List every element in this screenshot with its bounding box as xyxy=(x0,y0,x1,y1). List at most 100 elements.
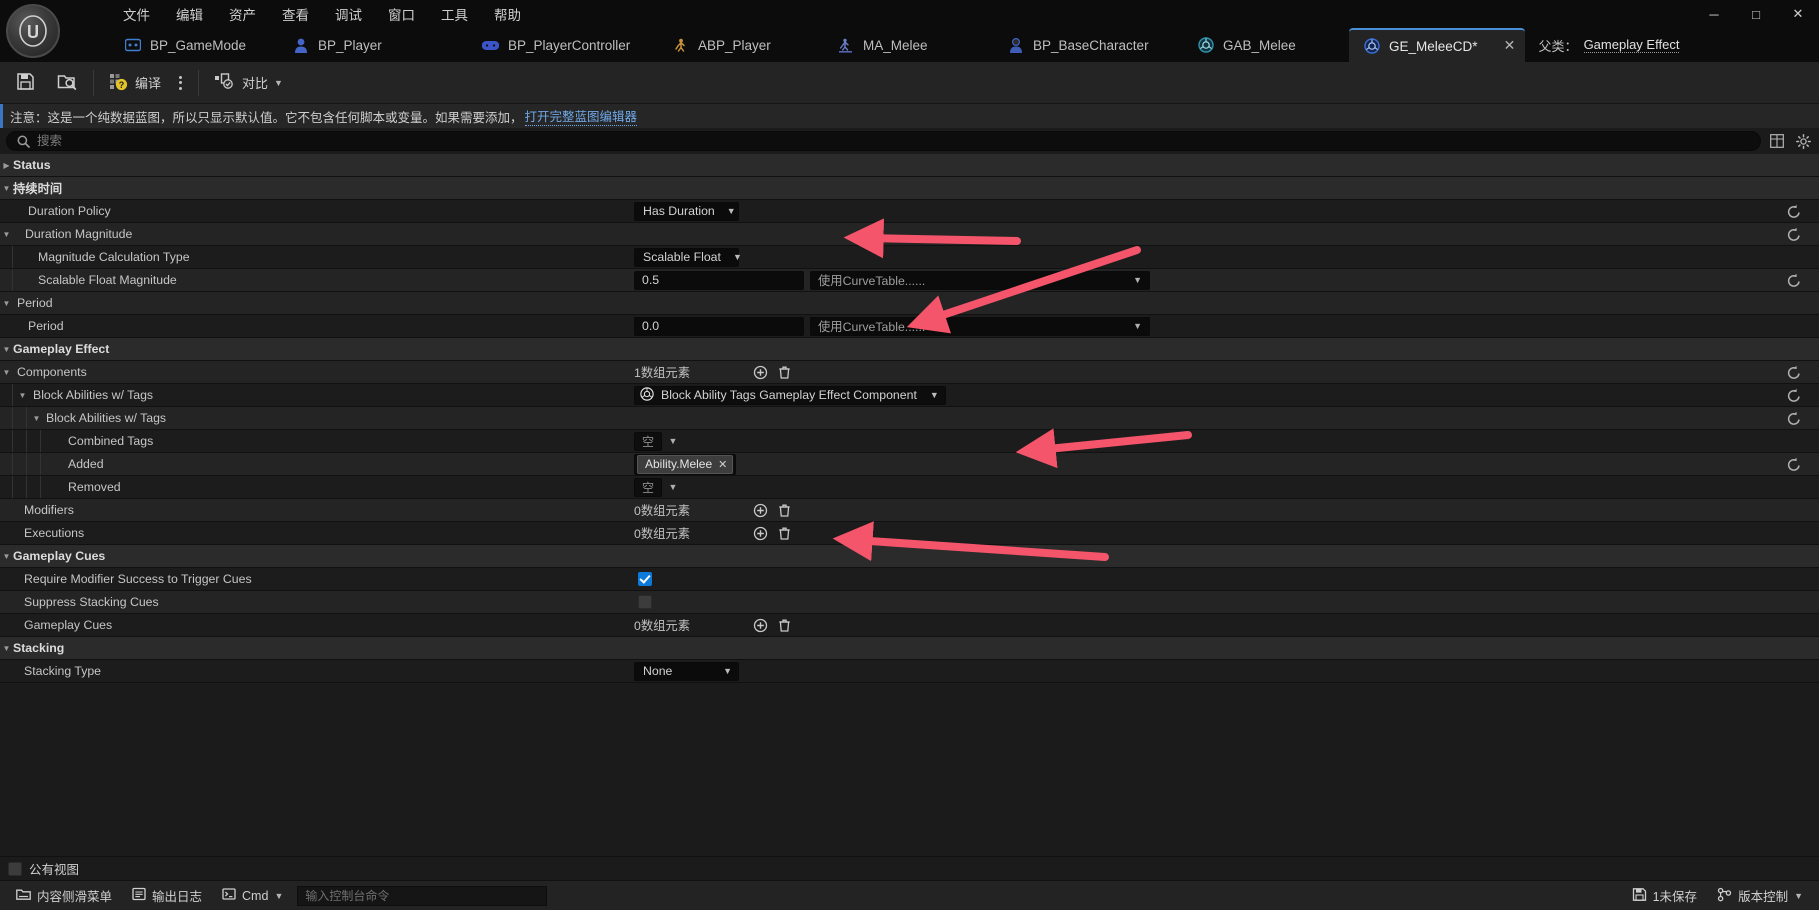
parent-class-link[interactable]: Gameplay Effect xyxy=(1583,37,1680,53)
cmd-button[interactable]: Cmd ▼ xyxy=(214,885,291,907)
menu-assets[interactable]: 资产 xyxy=(216,0,269,28)
search-input[interactable] xyxy=(37,134,1750,148)
component-class-picker[interactable]: Block Ability Tags Gameplay Effect Compo… xyxy=(634,385,946,405)
tab-bp-playercontroller[interactable]: BP_PlayerController xyxy=(468,28,658,62)
category-stacking[interactable]: ▼ Stacking xyxy=(0,637,1819,660)
reset-to-default-icon[interactable] xyxy=(1785,202,1803,220)
chevron-right-icon[interactable]: ▶ xyxy=(0,161,13,170)
unreal-engine-logo-icon[interactable] xyxy=(6,4,60,58)
menu-help[interactable]: 帮助 xyxy=(481,0,534,28)
menu-file[interactable]: 文件 xyxy=(110,0,163,28)
chevron-down-icon[interactable]: ▼ xyxy=(0,345,13,354)
chevron-down-icon[interactable]: ▼ xyxy=(16,391,29,400)
removed-tags-value[interactable]: 空 xyxy=(634,477,663,497)
unsaved-assets-button[interactable]: 1未保存 xyxy=(1624,885,1705,907)
magnitude-calculation-type-combo[interactable]: Scalable Float ▼ xyxy=(634,247,742,267)
tab-abp-player[interactable]: ABP_Player xyxy=(658,28,823,62)
tab-bp-gamemode[interactable]: BP_GameMode xyxy=(110,28,278,62)
chevron-down-icon[interactable]: ▼ xyxy=(0,299,13,308)
added-tags-container[interactable]: Ability.Melee ✕ xyxy=(634,453,737,475)
period-input[interactable]: 0.0 xyxy=(634,316,804,336)
menu-debug[interactable]: 调试 xyxy=(322,0,375,28)
reset-to-default-icon[interactable] xyxy=(1785,363,1803,381)
category-gameplay-cues[interactable]: ▼ Gameplay Cues xyxy=(0,545,1819,568)
menu-tools[interactable]: 工具 xyxy=(428,0,481,28)
delete-all-elements-icon[interactable] xyxy=(774,500,794,520)
compile-options-button[interactable] xyxy=(169,66,191,100)
row-block-abilities-element: ▼ Block Abilities w/ Tags Block Ability … xyxy=(0,384,1819,407)
delete-all-elements-icon[interactable] xyxy=(774,523,794,543)
tab-bp-basecharacter[interactable]: BP_BaseCharacter xyxy=(993,28,1183,62)
category-gameplay-effect[interactable]: ▼ Gameplay Effect xyxy=(0,338,1819,361)
chevron-down-icon[interactable]: ▼ xyxy=(0,184,13,193)
chevron-down-icon[interactable]: ▼ xyxy=(0,368,13,377)
reset-to-default-icon[interactable] xyxy=(1785,455,1803,473)
close-icon[interactable]: ✕ xyxy=(1501,37,1519,55)
curve-table-picker[interactable]: 使用CurveTable...... ▼ xyxy=(810,270,1150,290)
minimize-button[interactable]: ─ xyxy=(1693,0,1735,28)
scalable-float-magnitude-input[interactable]: 0.5 xyxy=(634,270,804,290)
tag-chip[interactable]: Ability.Melee ✕ xyxy=(637,454,734,474)
menu-view[interactable]: 查看 xyxy=(269,0,322,28)
group-label: Duration Magnitude xyxy=(25,227,133,241)
curve-table-picker[interactable]: 使用CurveTable...... ▼ xyxy=(810,316,1150,336)
source-control-button[interactable]: 版本控制 ▼ xyxy=(1709,885,1811,907)
reset-to-default-icon[interactable] xyxy=(1785,386,1803,404)
add-element-icon[interactable] xyxy=(750,500,770,520)
animation-blueprint-icon xyxy=(672,37,689,54)
require-modifier-success-checkbox[interactable] xyxy=(638,572,652,586)
column-layout-icon[interactable] xyxy=(1767,131,1787,151)
reset-to-default-icon[interactable] xyxy=(1785,409,1803,427)
suppress-stacking-cues-checkbox[interactable] xyxy=(638,595,652,609)
console-command-input-wrapper[interactable] xyxy=(297,885,548,906)
reset-to-default-icon[interactable] xyxy=(1785,271,1803,289)
chevron-down-icon[interactable]: ▼ xyxy=(664,436,682,446)
tab-gab-melee[interactable]: GAB_Melee xyxy=(1183,28,1349,62)
reset-to-default-icon[interactable] xyxy=(1785,225,1803,243)
tab-ge-meleecd[interactable]: GE_MeleeCD* ✕ xyxy=(1349,28,1525,62)
group-period[interactable]: ▼ Period xyxy=(0,292,1819,315)
tab-label: MA_Melee xyxy=(863,37,928,53)
property-label: Gameplay Cues xyxy=(24,618,113,632)
diff-button[interactable]: 对比 ▼ xyxy=(206,66,291,100)
search-box[interactable] xyxy=(6,131,1761,151)
add-element-icon[interactable] xyxy=(750,523,770,543)
tab-ma-melee[interactable]: MA_Melee xyxy=(823,28,993,62)
tab-bp-player[interactable]: BP_Player xyxy=(278,28,468,62)
duration-policy-combo[interactable]: Has Duration ▼ xyxy=(634,201,739,221)
public-view-checkbox[interactable] xyxy=(8,861,22,876)
maximize-button[interactable]: □ xyxy=(1735,0,1777,28)
category-status[interactable]: ▶ Status xyxy=(0,154,1819,177)
content-drawer-button[interactable]: 内容侧滑菜单 xyxy=(8,885,120,907)
stacking-type-combo[interactable]: None ▼ xyxy=(634,661,739,681)
label-cell: Stacking Type xyxy=(0,660,632,682)
save-button[interactable] xyxy=(8,66,49,100)
output-log-button[interactable]: 输出日志 xyxy=(124,885,210,907)
delete-all-elements-icon[interactable] xyxy=(774,362,794,382)
add-element-icon[interactable] xyxy=(750,362,770,382)
close-window-button[interactable]: ✕ xyxy=(1777,0,1819,28)
gear-icon[interactable] xyxy=(1793,131,1813,151)
chevron-down-icon[interactable]: ▼ xyxy=(0,230,13,239)
menu-window[interactable]: 窗口 xyxy=(375,0,428,28)
console-command-input[interactable] xyxy=(305,888,540,903)
chevron-down-icon[interactable]: ▼ xyxy=(664,482,682,492)
property-label: Period xyxy=(28,319,64,333)
property-label: Suppress Stacking Cues xyxy=(24,595,159,609)
open-full-blueprint-editor-link[interactable]: 打开完整蓝图编辑器 xyxy=(524,106,638,126)
category-duration[interactable]: ▼ 持续时间 xyxy=(0,177,1819,200)
menu-edit[interactable]: 编辑 xyxy=(163,0,216,28)
remove-tag-icon[interactable]: ✕ xyxy=(718,458,727,471)
chevron-down-icon[interactable]: ▼ xyxy=(0,552,13,561)
chevron-down-icon: ▼ xyxy=(274,77,283,88)
compile-button[interactable]: ? 编译 xyxy=(101,66,169,100)
delete-all-elements-icon[interactable] xyxy=(774,615,794,635)
combined-tags-value[interactable]: 空 xyxy=(634,431,663,451)
value-cell: Block Ability Tags Gameplay Effect Compo… xyxy=(632,384,1819,406)
group-duration-magnitude[interactable]: ▼ Duration Magnitude xyxy=(0,223,1819,246)
add-element-icon[interactable] xyxy=(750,615,770,635)
chevron-down-icon[interactable]: ▼ xyxy=(0,644,13,653)
browse-content-button[interactable] xyxy=(49,66,86,100)
chevron-down-icon[interactable]: ▼ xyxy=(30,414,43,423)
